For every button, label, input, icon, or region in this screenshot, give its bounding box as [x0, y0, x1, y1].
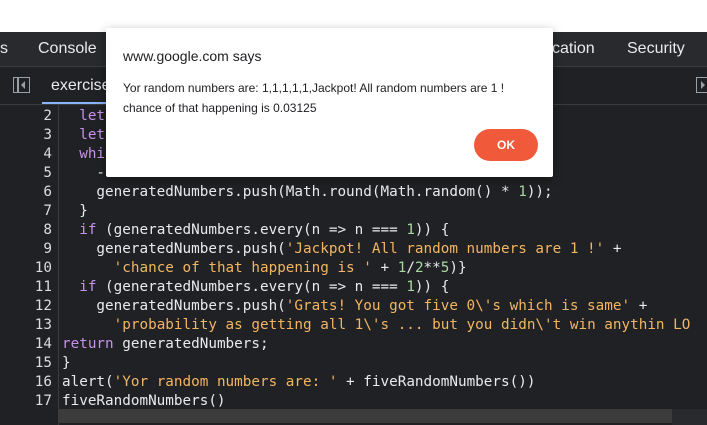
code-text: let [79, 108, 106, 124]
line-number: 14 [34, 336, 52, 352]
line-number: 17 [34, 393, 52, 409]
alert-dialog: www.google.com says Yor random numbers a… [106, 28, 553, 177]
code-text: alert('Yor random numbers are: ' + fiveR… [62, 374, 536, 390]
tab-console[interactable]: Console [38, 32, 97, 66]
code-line: 10 'chance of that happening is ' + 1/2*… [0, 259, 707, 278]
line-number: 7 [43, 203, 52, 219]
code-line: 16 alert('Yor random numbers are: ' + fiv… [0, 373, 707, 392]
code-line: 14 return generatedNumbers; [0, 335, 707, 354]
code-text: 'chance of that happening is ' + 1/2**5)… [113, 260, 467, 276]
line-number: 3 [43, 127, 52, 143]
code-line: 15} [0, 354, 707, 373]
line-number: 6 [43, 184, 52, 200]
code-text: if (generatedNumbers.every(n => n === 1)… [79, 222, 450, 238]
line-number: 13 [34, 317, 52, 333]
code-line: 13 'probability as getting all 1\'s ... … [0, 316, 707, 335]
code-line: 9 generatedNumbers.push('Jackpot! All ra… [0, 240, 707, 259]
line-number: 15 [34, 355, 52, 371]
ok-button[interactable]: OK [474, 129, 538, 161]
line-number: 4 [43, 146, 52, 162]
tab-sources[interactable]: s [0, 32, 8, 66]
line-number: 16 [34, 374, 52, 390]
dialog-origin: www.google.com says [123, 48, 262, 64]
line-number: 10 [34, 260, 52, 276]
code-text: generatedNumbers.push('Grats! You got fi… [62, 298, 648, 314]
code-text: generatedNumbers.push('Jackpot! All rand… [62, 241, 622, 257]
toggle-debugger-icon[interactable] [696, 77, 707, 93]
code-text: whi [79, 146, 106, 162]
code-text: let [79, 127, 106, 143]
line-number: 11 [34, 279, 52, 295]
line-number: 5 [43, 165, 52, 181]
code-text: 'probability as getting all 1\'s ... but… [113, 317, 691, 333]
code-line: 12 generatedNumbers.push('Grats! You got… [0, 297, 707, 316]
code-line: 11 if (generatedNumbers.every(n => n ===… [0, 278, 707, 297]
line-number: 8 [43, 222, 52, 238]
code-text: - [62, 165, 106, 181]
code-line: 8 if (generatedNumbers.every(n => n === … [0, 221, 707, 240]
file-tab-exercise[interactable]: exercise [42, 67, 112, 104]
code-text: } [62, 355, 71, 371]
line-number: 12 [34, 298, 52, 314]
line-number: 2 [43, 108, 52, 124]
tab-application[interactable]: cation [552, 32, 595, 66]
dialog-message: Yor random numbers are: 1,1,1,1,1,Jackpo… [123, 81, 505, 115]
tab-security[interactable]: Security [627, 32, 685, 66]
horizontal-scrollbar[interactable] [58, 409, 672, 423]
code-line: 6 generatedNumbers.push(Math.round(Math.… [0, 183, 707, 202]
code-line: 7 } [0, 202, 707, 221]
line-number: 9 [43, 241, 52, 257]
code-text: return generatedNumbers; [62, 336, 269, 352]
code-text: if (generatedNumbers.every(n => n === 1)… [79, 279, 450, 295]
toggle-navigator-icon[interactable] [13, 77, 30, 93]
scrollbar-corner [672, 409, 707, 425]
code-text: generatedNumbers.push(Math.round(Math.ra… [62, 184, 553, 200]
code-text: } [62, 203, 88, 219]
